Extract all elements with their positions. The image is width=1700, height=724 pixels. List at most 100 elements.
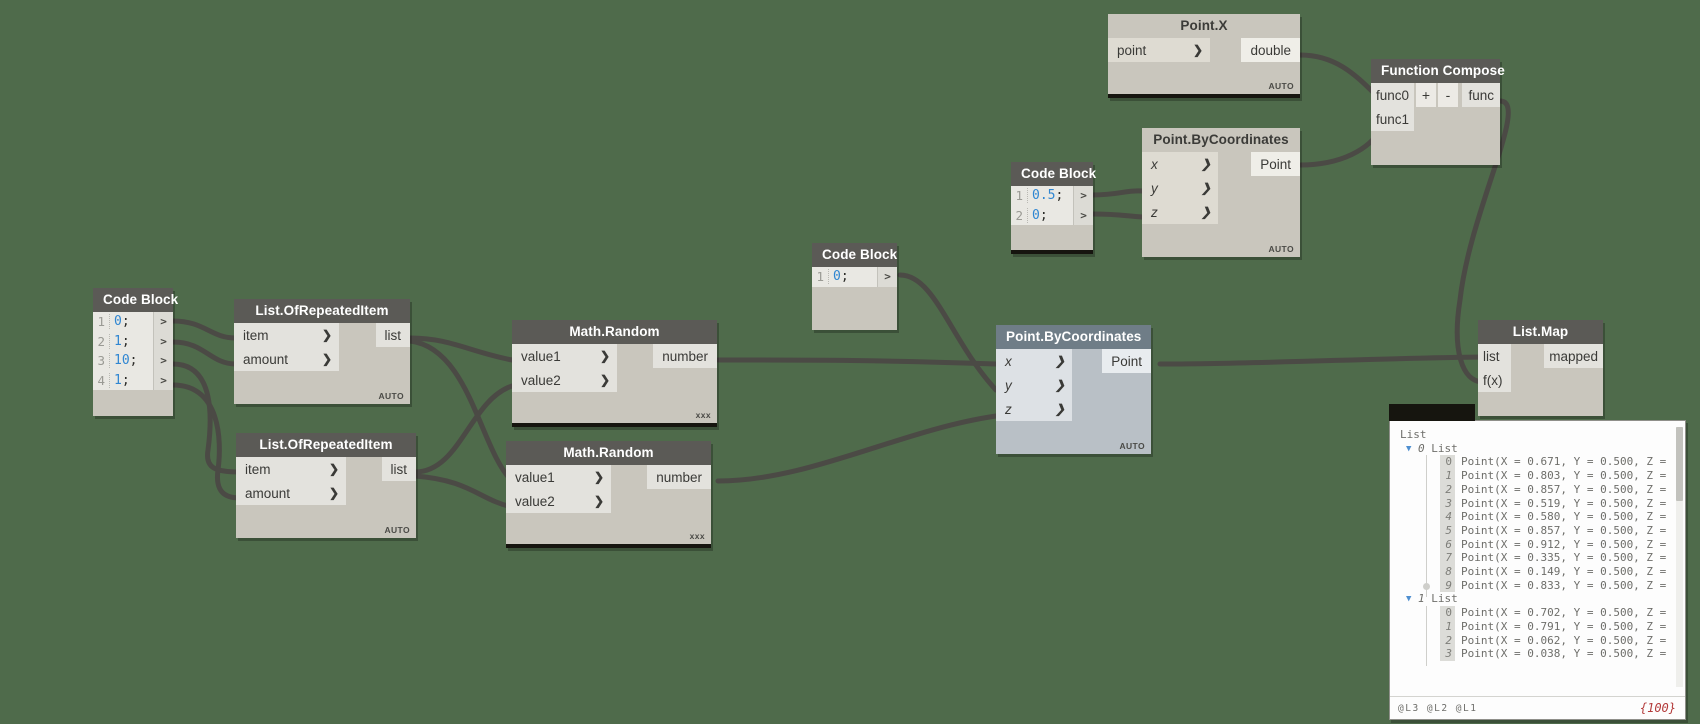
input-port-value2[interactable]: value2 ❯ <box>512 368 617 392</box>
node-point-bycoordinates-top[interactable]: Point.ByCoordinates x ❯ Point y ❯ z ❯ AU… <box>1142 128 1300 257</box>
input-port-fx[interactable]: f(x) <box>1478 368 1511 392</box>
port-label: value2 <box>521 372 561 388</box>
node-title: Point.X <box>1108 14 1300 38</box>
node-point-x[interactable]: Point.X point ❯ double AUTO <box>1108 14 1300 98</box>
input-port-x[interactable]: x ❯ <box>996 349 1072 373</box>
output-port-point[interactable]: Point <box>1251 152 1300 176</box>
input-port-point[interactable]: point ❯ <box>1108 38 1210 62</box>
watch-item[interactable]: 8 Point(X = 0.149, Y = 0.500, Z = <box>1400 565 1685 579</box>
input-port-value1[interactable]: value1 ❯ <box>506 465 611 489</box>
code-output-port[interactable]: > <box>153 331 173 351</box>
watch-scrollbar-thumb[interactable] <box>1676 427 1683 501</box>
input-port-value1[interactable]: value1 ❯ <box>512 344 617 368</box>
node-list-of-repeated-item-1[interactable]: List.OfRepeatedItem item ❯ list amount ❯ A… <box>234 299 410 404</box>
output-port-list[interactable]: list <box>381 457 416 481</box>
line-number: 1 <box>816 269 824 285</box>
watch-item[interactable]: 1 Point(X = 0.803, Y = 0.500, Z = <box>1400 469 1685 483</box>
watch-item[interactable]: 5 Point(X = 0.857, Y = 0.500, Z = <box>1400 523 1685 538</box>
output-port-point[interactable]: Point <box>1102 349 1151 373</box>
code-line[interactable]: 1 0.5; > <box>1011 186 1093 206</box>
watch-item[interactable]: 9 Point(X = 0.833, Y = 0.500, Z = <box>1400 578 1685 593</box>
node-function-compose[interactable]: Function Compose func0 + - func func1 <box>1371 59 1505 165</box>
code-line[interactable]: 2 0; > <box>1011 205 1093 225</box>
output-port-number[interactable]: number <box>653 344 717 368</box>
code-output-port[interactable]: > <box>1073 186 1093 206</box>
chevron-right-icon: ❯ <box>1200 157 1211 171</box>
code-output-port[interactable]: > <box>153 312 173 332</box>
input-port-func1[interactable]: func1 <box>1371 107 1414 131</box>
node-math-random-1[interactable]: Math.Random value1 ❯ number value2 ❯ xxx <box>512 320 717 427</box>
item-value: Point(X = 0.519, Y = 0.500, Z = <box>1461 496 1667 510</box>
code-output-port[interactable]: > <box>1073 205 1093 225</box>
port-label: Point <box>1111 353 1142 369</box>
node-title: List.OfRepeatedItem <box>236 433 416 457</box>
output-port-double[interactable]: double <box>1241 38 1300 62</box>
code-line[interactable]: 3 10; > <box>93 351 173 371</box>
input-port-amount[interactable]: amount ❯ <box>236 481 346 505</box>
input-port-z[interactable]: z ❯ <box>996 397 1072 421</box>
code-line[interactable]: 1 0; > <box>812 267 897 287</box>
port-label: double <box>1250 42 1291 58</box>
code-block-editor[interactable]: 1 0.5; > 2 0; > <box>1011 186 1093 225</box>
code-block-editor[interactable]: 1 0; > <box>812 267 897 287</box>
output-port-list[interactable]: list <box>375 323 410 347</box>
watch-item[interactable]: 2 Point(X = 0.857, Y = 0.500, Z = <box>1400 482 1685 497</box>
node-list-map[interactable]: List.Map list mapped f(x) <box>1478 320 1603 416</box>
input-port-amount[interactable]: amount ❯ <box>234 347 339 371</box>
node-code-block-1[interactable]: Code Block 1 0; > 2 1; > 3 10; > 4 1; > <box>93 288 178 416</box>
node-warning-bar <box>1011 250 1093 254</box>
list-levels-label[interactable]: @L3 @L2 @L1 <box>1398 703 1477 714</box>
watch-item[interactable]: 4 Point(X = 0.580, Y = 0.500, Z = <box>1400 510 1685 524</box>
watch-item[interactable]: 0 Point(X = 0.702, Y = 0.500, Z = <box>1400 606 1685 620</box>
input-port-x[interactable]: x ❯ <box>1142 152 1218 176</box>
output-port-number[interactable]: number <box>647 465 711 489</box>
code-output-port[interactable]: > <box>153 370 173 390</box>
watch-item[interactable]: 2 Point(X = 0.062, Y = 0.500, Z = <box>1400 633 1685 648</box>
item-index: 1 <box>1440 469 1455 483</box>
remove-input-button[interactable]: - <box>1438 83 1458 107</box>
node-list-of-repeated-item-2[interactable]: List.OfRepeatedItem item ❯ list amount ❯ A… <box>236 433 416 538</box>
node-footer-status: xxx <box>689 531 705 541</box>
input-port-item[interactable]: item ❯ <box>236 457 346 481</box>
node-math-random-2[interactable]: Math.Random value1 ❯ number value2 ❯ xxx <box>506 441 711 548</box>
node-point-bycoordinates-main[interactable]: Point.ByCoordinates x ❯ Point y ❯ z ❯ AU… <box>996 325 1151 454</box>
code-output-port[interactable]: > <box>877 267 897 287</box>
code-output-port[interactable]: > <box>153 351 173 371</box>
dynamo-canvas[interactable]: Code Block 1 0; > 2 1; > 3 10; > 4 1; > <box>0 0 1700 724</box>
input-port-list[interactable]: list <box>1478 344 1511 368</box>
item-value: Point(X = 0.833, Y = 0.500, Z = <box>1461 578 1667 592</box>
input-port-z[interactable]: z ❯ <box>1142 200 1218 224</box>
node-code-block-2[interactable]: Code Block 1 0; > <box>812 243 897 330</box>
watch-item[interactable]: 7 Point(X = 0.335, Y = 0.500, Z = <box>1400 551 1685 566</box>
node-code-block-3[interactable]: Code Block 1 0.5; > 2 0; > <box>1011 162 1096 254</box>
input-port-y[interactable]: y ❯ <box>1142 176 1218 200</box>
watch-panel-handle[interactable] <box>1389 404 1475 421</box>
code-block-editor[interactable]: 1 0; > 2 1; > 3 10; > 4 1; > <box>93 312 173 390</box>
input-port-value2[interactable]: value2 ❯ <box>506 489 611 513</box>
item-index: 3 <box>1440 496 1455 511</box>
input-port-func0[interactable]: func0 <box>1371 83 1414 107</box>
watch-group-header[interactable]: ▼ 0 List <box>1400 442 1685 456</box>
output-port-mapped[interactable]: mapped <box>1544 344 1603 368</box>
code-line[interactable]: 4 1; > <box>93 370 173 390</box>
watch-item[interactable]: 3 Point(X = 0.038, Y = 0.500, Z = <box>1400 647 1685 661</box>
watch-group-header[interactable]: ▼ 1 List <box>1400 592 1685 606</box>
watch-item[interactable]: 3 Point(X = 0.519, Y = 0.500, Z = <box>1400 496 1685 511</box>
node-spacer <box>1371 131 1500 165</box>
port-label: func <box>1468 87 1494 103</box>
item-value: Point(X = 0.149, Y = 0.500, Z = <box>1461 565 1667 579</box>
output-port-func[interactable]: func <box>1462 83 1500 107</box>
code-line[interactable]: 2 1; > <box>93 331 173 351</box>
input-port-item[interactable]: item ❯ <box>234 323 339 347</box>
watch-preview-panel[interactable]: List ▼ 0 List 0 Point(X = 0.671, Y = 0.500… <box>1389 420 1686 720</box>
watch-item[interactable]: 6 Point(X = 0.912, Y = 0.500, Z = <box>1400 537 1685 552</box>
node-warning-bar <box>1108 94 1300 98</box>
collapse-caret-icon[interactable]: ▼ <box>1406 443 1411 457</box>
collapse-caret-icon[interactable]: ▼ <box>1406 593 1411 607</box>
add-input-button[interactable]: + <box>1416 83 1436 107</box>
watch-item[interactable]: 0 Point(X = 0.671, Y = 0.500, Z = <box>1400 455 1685 470</box>
watch-list-tree[interactable]: List ▼ 0 List 0 Point(X = 0.671, Y = 0.500… <box>1390 421 1685 696</box>
watch-item[interactable]: 1 Point(X = 0.791, Y = 0.500, Z = <box>1400 619 1685 634</box>
input-port-y[interactable]: y ❯ <box>996 373 1072 397</box>
code-line[interactable]: 1 0; > <box>93 312 173 332</box>
